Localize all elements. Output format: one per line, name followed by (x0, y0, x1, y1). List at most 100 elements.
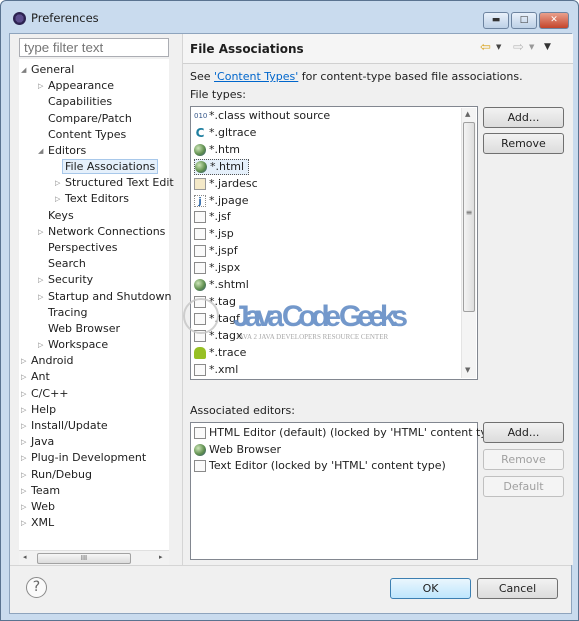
tree-item[interactable]: ▷ Team (21, 483, 60, 499)
tree-item[interactable]: ▷ Run/Debug (21, 467, 92, 483)
default-editor-button[interactable]: Default (483, 476, 564, 497)
tree-horizontal-scrollbar[interactable]: ◂ III ▸ (19, 550, 169, 565)
collapse-arrow-icon[interactable]: ◢ (38, 143, 43, 159)
tree-item[interactable]: ▷ Security (38, 272, 93, 288)
expand-arrow-icon[interactable]: ▷ (21, 434, 26, 450)
scroll-up-arrow-icon[interactable]: ▲ (465, 110, 470, 118)
list-item[interactable]: j *.jpage (194, 193, 253, 209)
tree-item[interactable]: Content Types (48, 127, 126, 143)
file-types-list[interactable]: ▲ ≡ ▼ 010 *.class without source C *.gltrac… (190, 106, 478, 380)
expand-arrow-icon[interactable]: ▷ (21, 467, 26, 483)
add-file-type-button[interactable]: Add... (483, 107, 564, 128)
tree-item[interactable]: Perspectives (48, 240, 117, 256)
remove-file-type-button[interactable]: Remove (483, 133, 564, 154)
expand-arrow-icon[interactable]: ▷ (21, 450, 26, 466)
maximize-button[interactable]: □ (511, 12, 537, 29)
tree-item[interactable]: ▷ C/C++ (21, 386, 69, 402)
tree-item-label: Workspace (48, 338, 109, 352)
associated-editors-list[interactable]: HTML Editor (default) (locked by 'HTML' … (190, 422, 505, 560)
back-arrow-icon[interactable]: ⇦ (480, 40, 491, 55)
list-item[interactable]: *.tagx (194, 328, 247, 344)
expand-arrow-icon[interactable]: ▷ (21, 386, 26, 402)
add-editor-button[interactable]: Add... (483, 422, 564, 443)
tree-item[interactable]: ▷ Ant (21, 369, 50, 385)
tree-item[interactable]: Tracing (48, 305, 87, 321)
list-item[interactable]: *.tag (194, 294, 240, 310)
tree-item[interactable]: File Associations (62, 159, 159, 175)
expand-arrow-icon[interactable]: ▷ (55, 191, 60, 207)
cancel-button[interactable]: Cancel (477, 578, 558, 599)
list-item[interactable]: *.shtml (194, 277, 253, 293)
expand-arrow-icon[interactable]: ▷ (21, 418, 26, 434)
tree-item[interactable]: ▷ Structured Text Edit (55, 175, 174, 191)
list-item[interactable]: *.jsp (194, 226, 238, 242)
view-menu-icon[interactable]: ▼ (544, 42, 551, 52)
close-button[interactable]: ✕ (539, 12, 569, 29)
expand-arrow-icon[interactable]: ▷ (38, 272, 43, 288)
collapse-arrow-icon[interactable]: ◢ (21, 62, 26, 78)
forward-menu-chevron-icon[interactable]: ▼ (529, 43, 534, 51)
list-item[interactable]: *.htm (194, 142, 244, 158)
tree-item[interactable]: ▷ Network Connections (38, 224, 165, 240)
expand-arrow-icon[interactable]: ▷ (38, 337, 43, 353)
content-types-link[interactable]: 'Content Types' (214, 70, 298, 83)
minimize-button[interactable]: ▬ (483, 12, 509, 29)
expand-arrow-icon[interactable]: ▷ (55, 175, 60, 191)
scroll-thumb[interactable]: ≡ (463, 122, 475, 312)
tree-item[interactable]: Web Browser (48, 321, 120, 337)
tree-item[interactable]: ▷ Text Editors (55, 191, 129, 207)
expand-arrow-icon[interactable]: ▷ (38, 78, 43, 94)
list-item[interactable]: Web Browser (194, 442, 285, 458)
list-item[interactable]: C *.gltrace (194, 125, 260, 141)
list-item[interactable]: *.html (194, 158, 250, 175)
tree-item-label: Startup and Shutdown (48, 289, 172, 303)
tree-item[interactable]: Keys (48, 208, 74, 224)
scroll-down-arrow-icon[interactable]: ▼ (465, 366, 470, 374)
list-item[interactable]: *.xml (194, 362, 242, 378)
help-icon[interactable]: ? (26, 577, 47, 598)
tree-item[interactable]: ▷ Web (21, 499, 55, 515)
preference-tree[interactable]: ◢ General ▷ Appearance Capabilities Compare/P… (19, 59, 174, 563)
tree-item[interactable]: ▷ XML (21, 515, 54, 531)
expand-arrow-icon[interactable]: ▷ (21, 483, 26, 499)
list-item[interactable]: *.jspx (194, 260, 244, 276)
tree-item[interactable]: Compare/Patch (48, 111, 132, 127)
scroll-right-arrow-icon[interactable]: ▸ (159, 553, 163, 561)
tree-item[interactable]: ▷ Java (21, 434, 54, 450)
back-menu-chevron-icon[interactable]: ▼ (496, 43, 501, 51)
forward-arrow-icon[interactable]: ⇨ (513, 40, 524, 55)
list-item[interactable]: *.tagf (194, 311, 244, 327)
ok-button[interactable]: OK (390, 578, 471, 599)
filter-input[interactable] (19, 38, 169, 57)
tree-item[interactable]: ▷ Appearance (38, 78, 114, 94)
list-item[interactable]: HTML Editor (default) (locked by 'HTML' … (194, 425, 509, 441)
list-item[interactable]: Text Editor (locked by 'HTML' content ty… (194, 458, 450, 474)
list-item[interactable]: *.jardesc (194, 176, 262, 192)
list-item[interactable]: 010 *.class without source (194, 108, 334, 124)
expand-arrow-icon[interactable]: ▷ (38, 224, 43, 240)
tree-item[interactable]: ▷ Android (21, 353, 74, 369)
list-item-label: *.jspf (209, 244, 238, 258)
file-types-scrollbar[interactable]: ▲ ≡ ▼ (461, 108, 476, 378)
tree-item[interactable]: ▷ Help (21, 402, 56, 418)
expand-arrow-icon[interactable]: ▷ (21, 402, 26, 418)
expand-arrow-icon[interactable]: ▷ (38, 289, 43, 305)
scroll-thumb[interactable]: III (37, 553, 131, 564)
tree-item[interactable]: ◢ General (21, 62, 74, 78)
remove-editor-button[interactable]: Remove (483, 449, 564, 470)
tree-item[interactable]: ▷ Plug-in Development (21, 450, 146, 466)
tree-item[interactable]: ▷ Workspace (38, 337, 109, 353)
tree-item[interactable]: ▷ Install/Update (21, 418, 108, 434)
tree-item[interactable]: ◢ Editors (38, 143, 86, 159)
scroll-left-arrow-icon[interactable]: ◂ (23, 553, 27, 561)
list-item[interactable]: *.jsf (194, 209, 235, 225)
list-item[interactable]: *.trace (194, 345, 250, 361)
tree-item[interactable]: ▷ Startup and Shutdown (38, 289, 172, 305)
tree-item[interactable]: Capabilities (48, 94, 112, 110)
expand-arrow-icon[interactable]: ▷ (21, 369, 26, 385)
expand-arrow-icon[interactable]: ▷ (21, 515, 26, 531)
tree-item[interactable]: Search (48, 256, 86, 272)
expand-arrow-icon[interactable]: ▷ (21, 353, 26, 369)
list-item[interactable]: *.jspf (194, 243, 242, 259)
expand-arrow-icon[interactable]: ▷ (21, 499, 26, 515)
